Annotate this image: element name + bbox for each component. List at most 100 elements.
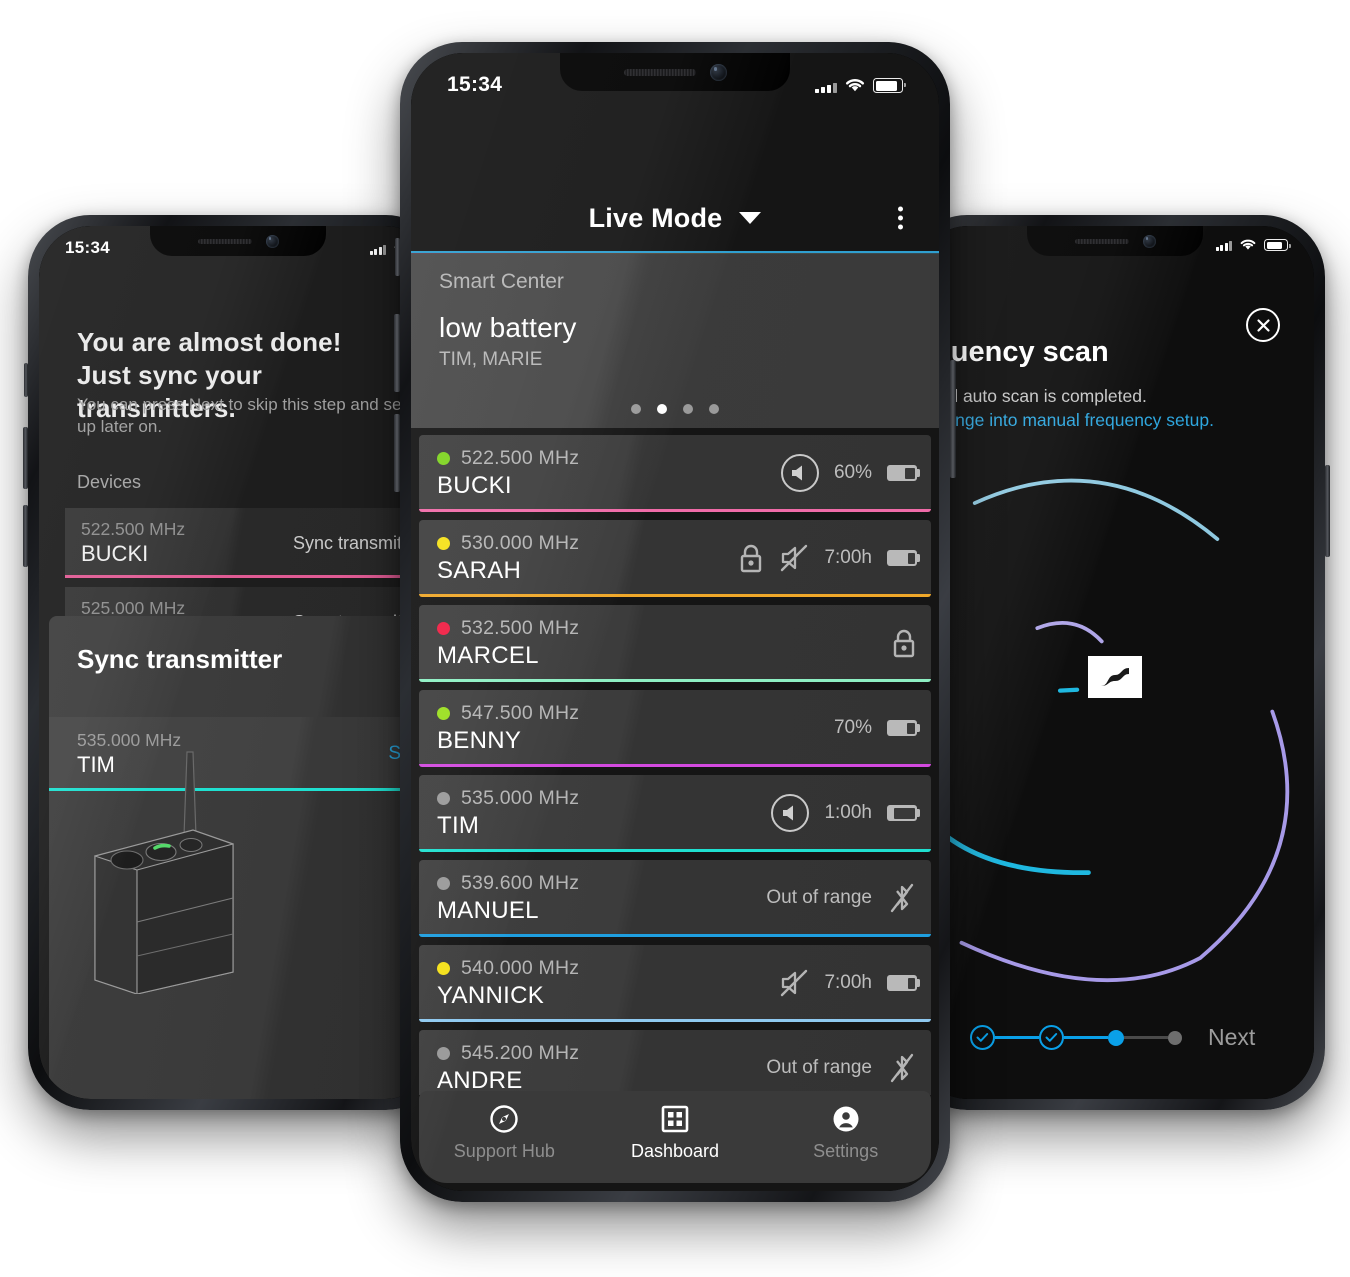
tab-label: Support Hub — [453, 1141, 555, 1161]
device-accent-bar — [419, 849, 931, 852]
center-phone-power-button[interactable] — [950, 360, 956, 478]
tab-dashboard[interactable]: Dashboard — [590, 1104, 761, 1162]
left-phone-device: 15:34 You are almost done! Just sync you… — [23, 215, 448, 1110]
compass-icon — [490, 1105, 519, 1133]
battery-icon — [873, 78, 906, 93]
bluetooth-off-icon — [890, 883, 914, 913]
left-phone-screen: 15:34 You are almost done! Just sync you… — [39, 226, 437, 1099]
status-indicator-dot — [437, 536, 450, 550]
step-3-active[interactable] — [1108, 1029, 1124, 1046]
banner-title: low battery — [439, 312, 577, 343]
device-name: YANNICK — [437, 981, 545, 1009]
table-row[interactable]: 522.500 MHz BUCKI 60% — [419, 435, 931, 512]
banner-subtitle: TIM, MARIE — [439, 349, 543, 370]
device-status: Out of range — [766, 887, 872, 908]
page-dot[interactable] — [683, 404, 693, 414]
status-indicator-dot — [437, 876, 450, 890]
check-icon — [1045, 1033, 1058, 1042]
table-row[interactable]: 539.600 MHz MANUEL Out of range — [419, 860, 931, 937]
signal-bars-icon — [369, 244, 386, 255]
device-accent-bar — [419, 594, 931, 597]
mute-icon — [781, 969, 808, 997]
right-phone-power-button[interactable] — [1325, 465, 1330, 557]
mute-icon — [781, 544, 808, 572]
step-2-complete[interactable] — [1039, 1025, 1064, 1050]
check-icon — [976, 1033, 989, 1042]
status-indicator-dot — [437, 1046, 450, 1060]
scan-animation-arcs — [916, 478, 1290, 983]
sennheiser-logo-icon — [1101, 668, 1129, 686]
device-name: TIM — [437, 811, 480, 839]
device-frequency: 540.000 MHz — [461, 956, 580, 979]
kebab-menu-icon[interactable] — [898, 206, 903, 230]
battery-indicator — [887, 465, 920, 481]
speaker-icon[interactable] — [780, 454, 819, 492]
mode-title: Live Mode — [588, 202, 723, 233]
center-phone-screen: 15:34 Live Mode Smart Center low battery… — [411, 53, 939, 1191]
device-name: BUCKI — [81, 541, 149, 566]
banner-label: Smart Center — [439, 270, 564, 293]
left-phone-volume-up[interactable] — [23, 427, 28, 489]
speaker-glyph — [792, 465, 803, 481]
person-icon — [833, 1106, 859, 1132]
table-row[interactable]: 547.500 MHz BENNY 70% — [419, 690, 931, 767]
device-name: SARAH — [437, 556, 522, 584]
tab-label: Settings — [813, 1141, 879, 1161]
right-phone-screen: frequency scan wait until auto scan is c… — [916, 226, 1314, 1099]
list-item[interactable]: 522.500 MHz BUCKI Sync transmitter — [65, 508, 437, 578]
left-heading-line-1: You are almost done! — [77, 327, 342, 357]
table-row[interactable]: 532.500 MHz MARCEL — [419, 605, 931, 682]
bluetooth-off-icon — [890, 1053, 914, 1083]
device-frequency: 535.000 MHz — [461, 786, 580, 809]
page-dot-active[interactable] — [657, 404, 667, 414]
center-phone-volume-up[interactable] — [394, 314, 400, 392]
step-1-complete[interactable] — [970, 1025, 995, 1050]
status-indicator-dot — [437, 451, 450, 465]
grid-icon — [661, 1105, 689, 1133]
device-frequency: 545.200 MHz — [461, 1041, 580, 1064]
banner-page-dots[interactable] — [411, 404, 939, 414]
device-name: MARCEL — [437, 641, 539, 669]
table-row[interactable]: 540.000 MHz YANNICK 7:00h — [419, 945, 931, 1022]
left-phone-volume-down[interactable] — [23, 505, 28, 567]
table-row[interactable]: 535.000 MHz TIM 1:00h — [419, 775, 931, 852]
device-frequency: 530.000 MHz — [461, 531, 580, 554]
table-row[interactable]: 545.200 MHz ANDRE Out of range — [419, 1030, 931, 1095]
page-dot[interactable] — [631, 404, 641, 414]
transmitter-illustration — [94, 751, 234, 994]
close-icon — [1256, 318, 1270, 332]
table-row[interactable]: 530.000 MHz SARAH 7:00h — [419, 520, 931, 597]
app-header: Live Mode — [411, 187, 939, 249]
battery-indicator — [887, 550, 920, 566]
center-phone-mute-switch[interactable] — [395, 238, 400, 276]
device-frequency: 539.600 MHz — [461, 871, 580, 894]
status-indicator-dot — [437, 791, 450, 805]
speaker-icon[interactable] — [771, 794, 810, 832]
lock-icon — [741, 544, 762, 573]
tab-support-hub[interactable]: Support Hub — [419, 1104, 590, 1162]
center-phone-volume-down[interactable] — [394, 414, 400, 492]
arc-outer-top — [972, 478, 1220, 541]
device-list[interactable]: 522.500 MHz BUCKI 60% 530.000 MHz SARAH 7:00h… — [411, 435, 939, 1095]
device-name: MANUEL — [437, 896, 539, 924]
step-4-inactive[interactable] — [1168, 1030, 1182, 1045]
chevron-down-icon[interactable] — [739, 212, 762, 224]
signal-bars-icon — [815, 83, 837, 93]
device-name: BUCKI — [437, 471, 512, 499]
stepper-connector — [995, 1036, 1039, 1039]
right-phone-status-bar — [916, 238, 1314, 251]
device-accent-bar — [419, 934, 931, 937]
device-accent-bar — [65, 575, 437, 578]
bottom-tab-bar: Support Hub Dashboard Settings — [419, 1091, 931, 1183]
device-frequency: 547.500 MHz — [461, 701, 580, 724]
left-phone-mute-switch[interactable] — [24, 363, 28, 397]
device-accent-bar — [419, 764, 931, 767]
next-button[interactable]: Next — [1208, 1024, 1255, 1051]
battery-indicator — [887, 805, 920, 821]
close-button[interactable] — [1246, 308, 1280, 342]
device-accent-bar — [419, 679, 931, 682]
page-dot[interactable] — [709, 404, 719, 414]
smart-center-banner[interactable]: Smart Center low battery TIM, MARIE — [411, 254, 939, 428]
left-subtext: You can press Next to skip this step and… — [77, 395, 426, 437]
tab-settings[interactable]: Settings — [760, 1104, 931, 1162]
